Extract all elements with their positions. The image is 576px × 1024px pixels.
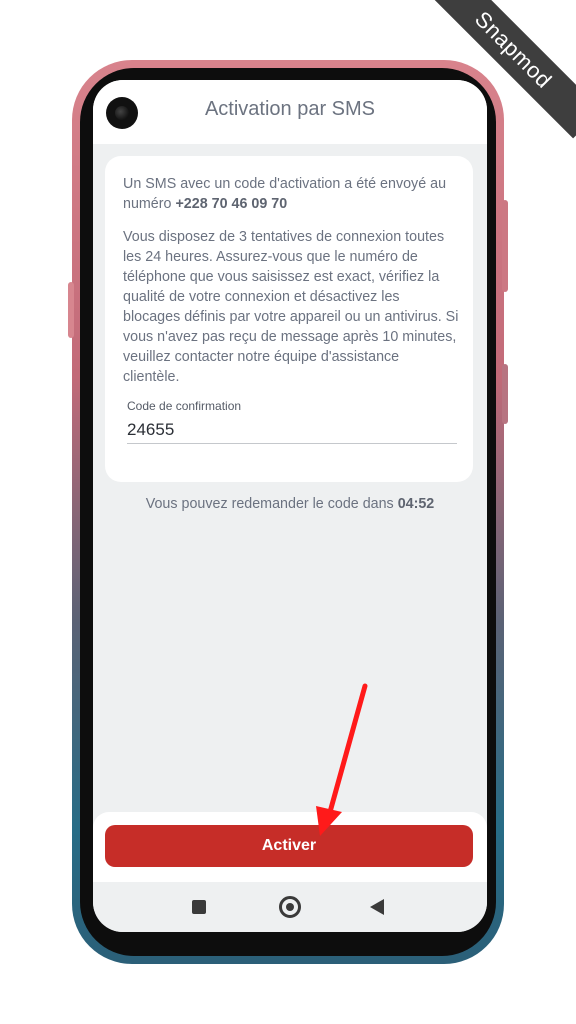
resend-text: Vous pouvez redemander le code dans: [145, 496, 398, 512]
page-title: Activation par SMS: [204, 98, 376, 120]
home-circle-icon[interactable]: [279, 896, 301, 918]
resend-countdown: Vous pouvez redemander le code dans 04:5…: [93, 496, 487, 512]
bottom-action-bar: Activer: [93, 812, 487, 882]
front-camera-icon: [106, 97, 138, 129]
confirmation-code-label: Code de confirmation: [127, 399, 242, 413]
phone-volume-button: [502, 200, 508, 292]
system-navigation-bar: [93, 882, 487, 932]
countdown-timer: 04:52: [397, 496, 435, 512]
screenshot-canvas: Snapmod Activation par SMS Un SMS avec u…: [0, 0, 576, 1024]
sms-sent-message: Un SMS avec un code d'activation a été e…: [123, 174, 459, 214]
app-bar: Activation par SMS: [93, 80, 487, 144]
back-triangle-icon[interactable]: [370, 899, 384, 915]
activate-button[interactable]: Activer: [105, 825, 473, 867]
sms-info-card: Un SMS avec un code d'activation a été e…: [105, 156, 473, 482]
attempts-instructions: Vous disposez de 3 tentatives de connexi…: [123, 229, 459, 385]
recents-square-icon[interactable]: [192, 900, 206, 914]
phone-number: +228 70 46 09 70: [175, 196, 288, 212]
phone-side-button-left: [68, 282, 74, 338]
phone-power-button: [502, 364, 508, 424]
phone-screen: Activation par SMS Un SMS avec un code d…: [93, 80, 487, 932]
confirmation-code-field: Code de confirmation: [127, 399, 457, 445]
confirmation-code-input[interactable]: [127, 417, 457, 444]
